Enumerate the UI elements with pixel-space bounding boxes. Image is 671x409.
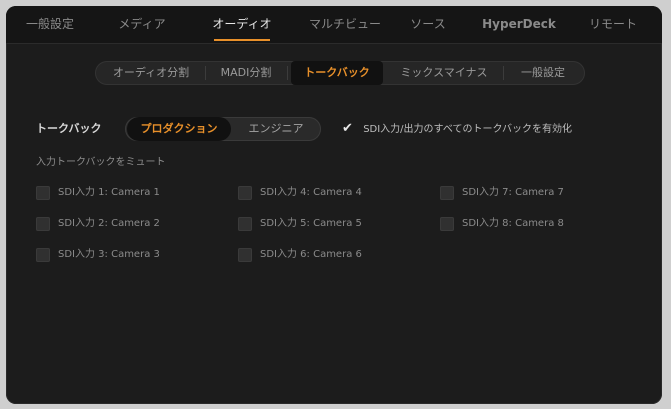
mute-input-talkback-heading: 入力トークバックをミュート <box>36 157 166 168</box>
talkback-settings-panel: 一般設定 メディア オーディオ マルチビュー ソース HyperDeck リモー… <box>6 6 662 404</box>
mute-checkbox-input-2[interactable]: SDI入力 2: Camera 2 <box>36 216 160 232</box>
tab-general[interactable]: 一般設定 <box>14 6 86 43</box>
checkbox-box <box>36 217 50 231</box>
subtab-divider <box>205 66 206 80</box>
tab-remote[interactable]: リモート <box>578 6 648 43</box>
audio-subtabs: オーディオ分割 MADI分割 トークバック ミックスマイナス 一般設定 <box>95 61 585 85</box>
checkbox-label: SDI入力 2: Camera 2 <box>58 218 160 229</box>
checkbox-box <box>238 186 252 200</box>
mute-checkbox-input-4[interactable]: SDI入力 4: Camera 4 <box>238 185 362 201</box>
checkbox-label: SDI入力 7: Camera 7 <box>462 187 564 198</box>
talkback-option-production[interactable]: プロダクション <box>127 117 231 141</box>
checkbox-label: SDI入力 4: Camera 4 <box>260 187 362 198</box>
checkbox-label: SDI入力 5: Camera 5 <box>260 218 362 229</box>
checkbox-box <box>36 186 50 200</box>
checkbox-label: SDI入力 3: Camera 3 <box>58 249 160 260</box>
top-navigation: 一般設定 メディア オーディオ マルチビュー ソース HyperDeck リモー… <box>6 6 662 44</box>
enable-all-talkback-checkbox[interactable]: ✔ SDI入力/出力のすべてのトークバックを有効化 <box>342 117 572 141</box>
mute-checkbox-input-3[interactable]: SDI入力 3: Camera 3 <box>36 247 160 263</box>
tab-source[interactable]: ソース <box>398 6 458 43</box>
mute-checkbox-input-5[interactable]: SDI入力 5: Camera 5 <box>238 216 362 232</box>
checkbox-box <box>238 248 252 262</box>
tab-media[interactable]: メディア <box>106 6 178 43</box>
subtab-audio-split[interactable]: オーディオ分割 <box>101 61 201 85</box>
checkbox-box <box>440 186 454 200</box>
tab-audio[interactable]: オーディオ <box>202 6 282 43</box>
tab-multiview[interactable]: マルチビュー <box>302 6 388 43</box>
tab-hyperdeck[interactable]: HyperDeck <box>476 6 562 43</box>
subtab-general-settings[interactable]: 一般設定 <box>507 61 579 85</box>
checkbox-label: SDI入力 1: Camera 1 <box>58 187 160 198</box>
talkback-option-engineer[interactable]: エンジニア <box>233 117 319 141</box>
checkbox-box <box>440 217 454 231</box>
subtab-talkback[interactable]: トークバック <box>291 61 383 85</box>
checkbox-label: SDI入力 6: Camera 6 <box>260 249 362 260</box>
checkbox-box <box>238 217 252 231</box>
enable-all-talkback-label: SDI入力/出力のすべてのトークバックを有効化 <box>363 124 572 135</box>
checkbox-box <box>36 248 50 262</box>
subtab-divider <box>287 66 288 80</box>
mute-checkbox-input-8[interactable]: SDI入力 8: Camera 8 <box>440 216 564 232</box>
talkback-mode-selector: プロダクション エンジニア <box>125 117 321 141</box>
checkbox-label: SDI入力 8: Camera 8 <box>462 218 564 229</box>
mute-checkbox-input-1[interactable]: SDI入力 1: Camera 1 <box>36 185 160 201</box>
talkback-label: トークバック <box>36 122 102 135</box>
subtab-madi-split[interactable]: MADI分割 <box>209 61 283 85</box>
subtab-mix-minus[interactable]: ミックスマイナス <box>389 61 499 85</box>
mute-checkbox-input-7[interactable]: SDI入力 7: Camera 7 <box>440 185 564 201</box>
checkmark-icon: ✔ <box>342 121 353 136</box>
subtab-divider <box>503 66 504 80</box>
mute-checkbox-input-6[interactable]: SDI入力 6: Camera 6 <box>238 247 362 263</box>
